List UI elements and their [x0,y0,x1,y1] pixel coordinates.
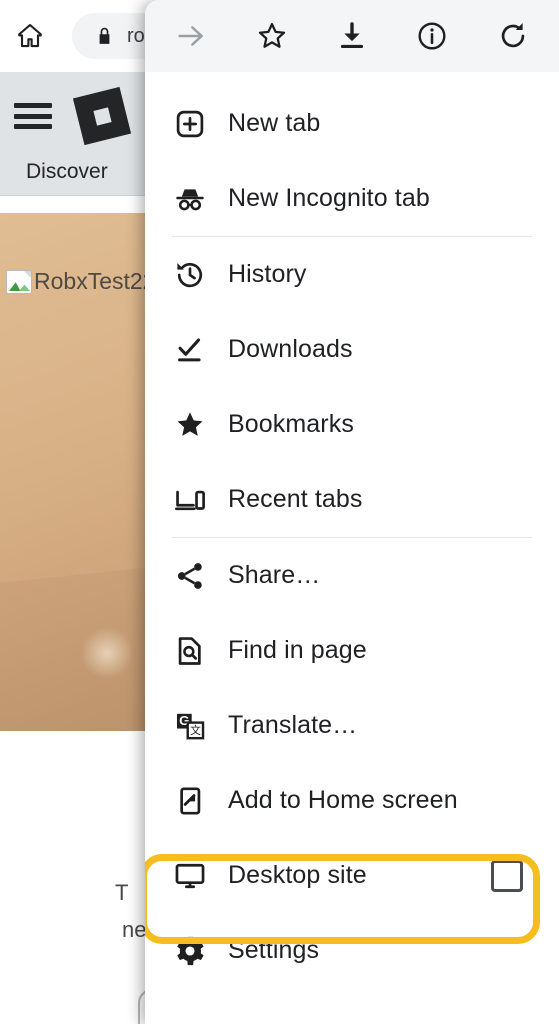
menu-item-label: Share… [228,561,321,589]
url-text: ro [127,24,145,47]
bookmark-star-icon [258,22,285,48]
page-info-icon [418,22,446,50]
chrome-overflow-menu: New tab New Incognito tab History Downlo… [145,0,559,1024]
menu-item-label: Find in page [228,636,367,664]
menu-item-label: Add to Home screen [228,786,458,814]
menu-item-label: Desktop site [228,861,367,889]
menu-item-translate[interactable]: G 文 Translate… [145,688,559,763]
incognito-icon [170,179,210,219]
share-icon [170,556,210,596]
forward-icon [178,26,204,46]
avatar-username: RobxTest22 [34,268,156,294]
menu-item-label: Downloads [228,335,353,363]
new-tab-icon [170,104,210,144]
menu-item-settings[interactable]: Settings [145,913,559,988]
translate-icon: G 文 [170,706,210,746]
forward-button[interactable] [163,8,219,64]
menu-item-label: History [228,260,307,288]
menu-item-label: Bookmarks [228,410,354,438]
bookmarks-star-icon [170,405,210,445]
home-icon [18,23,42,48]
menu-item-recent-tabs[interactable]: Recent tabs [145,462,559,537]
broken-image-icon [6,270,32,294]
history-icon [170,255,210,295]
menu-item-new-tab[interactable]: New tab [145,86,559,161]
menu-item-label: Recent tabs [228,485,363,513]
menu-item-add-to-home-screen[interactable]: Add to Home screen [145,763,559,838]
tab-discover[interactable]: Discover [26,160,108,184]
recent-tabs-icon [170,480,210,520]
menu-item-label: Settings [228,936,320,964]
menu-item-label: New tab [228,109,321,137]
menu-item-history[interactable]: History [145,237,559,312]
menu-item-label: New Incognito tab [228,184,430,212]
menu-quick-actions-toolbar [145,0,559,72]
settings-gear-icon [170,931,210,971]
add-to-home-screen-icon [170,781,210,821]
reload-icon [501,23,525,48]
page-info-button[interactable] [404,8,460,64]
menu-item-downloads[interactable]: Downloads [145,312,559,387]
desktop-site-checkbox[interactable] [491,859,523,892]
navbar-icon-group [14,86,132,146]
lock-icon [99,27,110,44]
menu-item-share[interactable]: Share… [145,538,559,613]
desktop-site-icon [170,856,210,896]
menu-item-bookmarks[interactable]: Bookmarks [145,387,559,462]
find-in-page-icon [170,631,210,671]
download-button[interactable] [324,8,380,64]
download-icon [340,22,364,49]
home-button[interactable] [0,0,60,72]
roblox-logo-icon[interactable] [72,86,132,146]
menu-item-new-incognito-tab[interactable]: New Incognito tab [145,161,559,236]
bookmark-button[interactable] [244,8,300,64]
menu-items-list: New tab New Incognito tab History Downlo… [145,72,559,988]
reload-button[interactable] [485,8,541,64]
content-text-line-1: T [115,880,129,905]
svg-text:文: 文 [190,723,201,736]
menu-item-label: Translate… [228,711,358,739]
hamburger-menu-icon[interactable] [14,103,52,129]
menu-item-desktop-site[interactable]: Desktop site [145,838,559,913]
menu-item-find-in-page[interactable]: Find in page [145,613,559,688]
screen: ro Discover RobxTest22 T nee New tab New… [0,0,559,1024]
downloads-icon [170,330,210,370]
